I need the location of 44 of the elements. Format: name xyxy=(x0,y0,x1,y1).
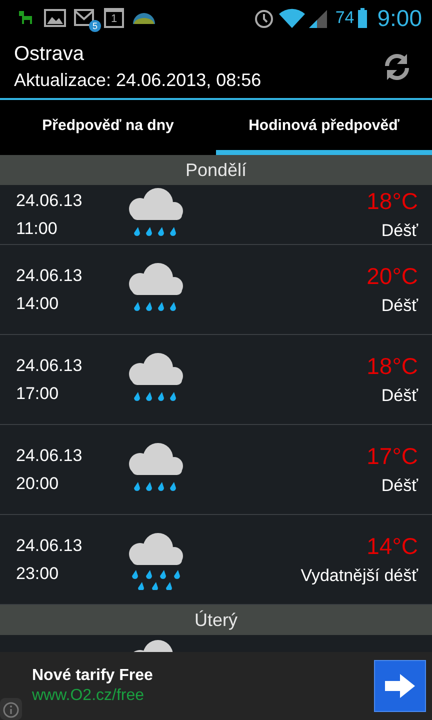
go-button[interactable] xyxy=(374,660,426,712)
condition-text: Déšť xyxy=(381,476,418,496)
alarm-icon xyxy=(253,7,276,29)
condition-text: Déšť xyxy=(381,221,418,241)
condition-text: Déšť xyxy=(381,296,418,316)
forecast-row[interactable]: 24.06.13 17:00 18°C Déšť xyxy=(0,335,432,425)
mail-count-badge: 5 xyxy=(89,20,101,32)
forecast-row[interactable]: 24.06.13 14:00 20°C Déšť xyxy=(0,245,432,335)
forecast-time: 23:00 xyxy=(16,564,60,584)
forecast-row[interactable]: 24.06.13 20:00 17°C Déšť xyxy=(0,425,432,515)
forecast-time: 11:00 xyxy=(16,218,58,238)
signal-icon xyxy=(309,8,328,28)
forecast-time: 14:00 xyxy=(16,294,60,314)
temperature: 18°C xyxy=(366,353,418,380)
info-icon[interactable] xyxy=(0,698,22,720)
ad-banner[interactable]: Nové tarify Free www.O2.cz/free xyxy=(0,652,432,720)
weather-app-icon xyxy=(132,12,156,24)
wifi-icon xyxy=(279,8,306,28)
ad-title: Nové tarify Free xyxy=(32,667,154,685)
day-header: Úterý xyxy=(0,605,432,635)
condition-text: Déšť xyxy=(381,386,418,406)
temperature: 18°C xyxy=(366,188,418,215)
battery-icon xyxy=(358,8,368,28)
update-time: Aktualizace: 24.06.2013, 08:56 xyxy=(14,70,262,91)
ad-link[interactable]: www.O2.cz/free xyxy=(32,687,374,705)
arrow-icon xyxy=(385,674,415,698)
condition-text: Vydatnější déšť xyxy=(300,566,418,586)
forecast-time: 20:00 xyxy=(16,474,60,494)
forecast-date: 24.06.13 xyxy=(16,190,84,210)
forecast-date: 24.06.13 xyxy=(16,536,84,556)
forecast-row[interactable]: 24.06.13 11:00 18°C Déšť xyxy=(0,185,432,245)
image-icon xyxy=(44,8,66,28)
city-name: Ostrava xyxy=(14,43,86,66)
calendar-icon: 1 xyxy=(104,8,124,28)
forecast-date: 24.06.13 xyxy=(16,446,84,466)
temperature: 14°C xyxy=(366,533,418,560)
forecast-date: 24.06.13 xyxy=(16,356,84,376)
temperature: 20°C xyxy=(366,263,418,290)
forecast-time: 17:00 xyxy=(16,384,60,404)
battery-level: 74 xyxy=(335,8,354,28)
clock-time: 9:00 xyxy=(377,4,422,32)
day-header: Pondělí xyxy=(0,155,432,185)
forecast-date: 24.06.13 xyxy=(16,266,84,286)
temperature: 17°C xyxy=(366,443,418,470)
